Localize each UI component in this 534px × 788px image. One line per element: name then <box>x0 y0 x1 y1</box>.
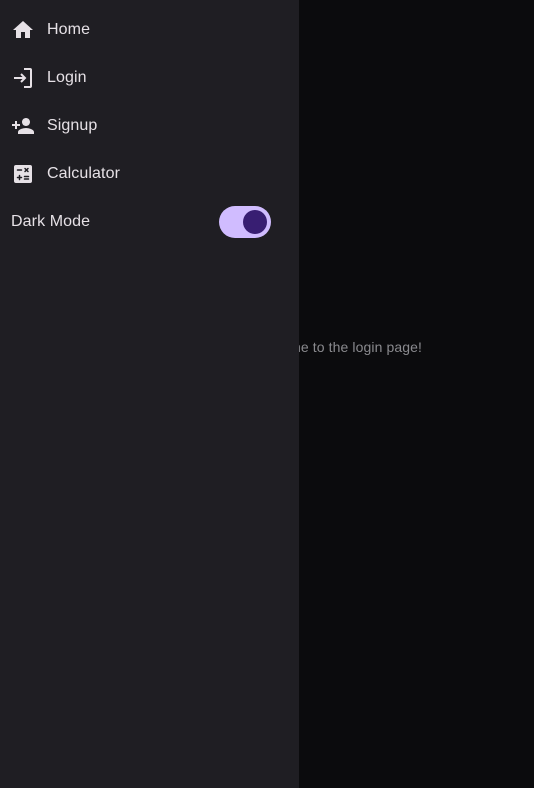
drawer-item-label: Login <box>47 69 87 86</box>
dark-mode-row: Dark Mode <box>0 198 299 246</box>
drawer-nav-list: Home Login Signup Calculator Dark Mode <box>0 0 299 246</box>
drawer-item-signup[interactable]: Signup <box>0 102 299 150</box>
person-add-icon <box>11 114 35 138</box>
dark-mode-toggle[interactable] <box>219 206 271 238</box>
drawer-item-home[interactable]: Home <box>0 6 299 54</box>
dark-mode-label: Dark Mode <box>11 213 91 230</box>
navigation-drawer: Home Login Signup Calculator Dark Mode <box>0 0 299 788</box>
drawer-item-login[interactable]: Login <box>0 54 299 102</box>
drawer-item-label: Signup <box>47 117 98 134</box>
home-icon <box>11 18 35 42</box>
login-icon <box>11 66 35 90</box>
calculator-icon <box>11 162 35 186</box>
drawer-item-label: Calculator <box>47 165 121 182</box>
app-root: Welcome to the login page! Home Login Si… <box>0 0 534 788</box>
drawer-item-label: Home <box>47 21 91 38</box>
drawer-item-calculator[interactable]: Calculator <box>0 150 299 198</box>
toggle-thumb <box>243 210 267 234</box>
